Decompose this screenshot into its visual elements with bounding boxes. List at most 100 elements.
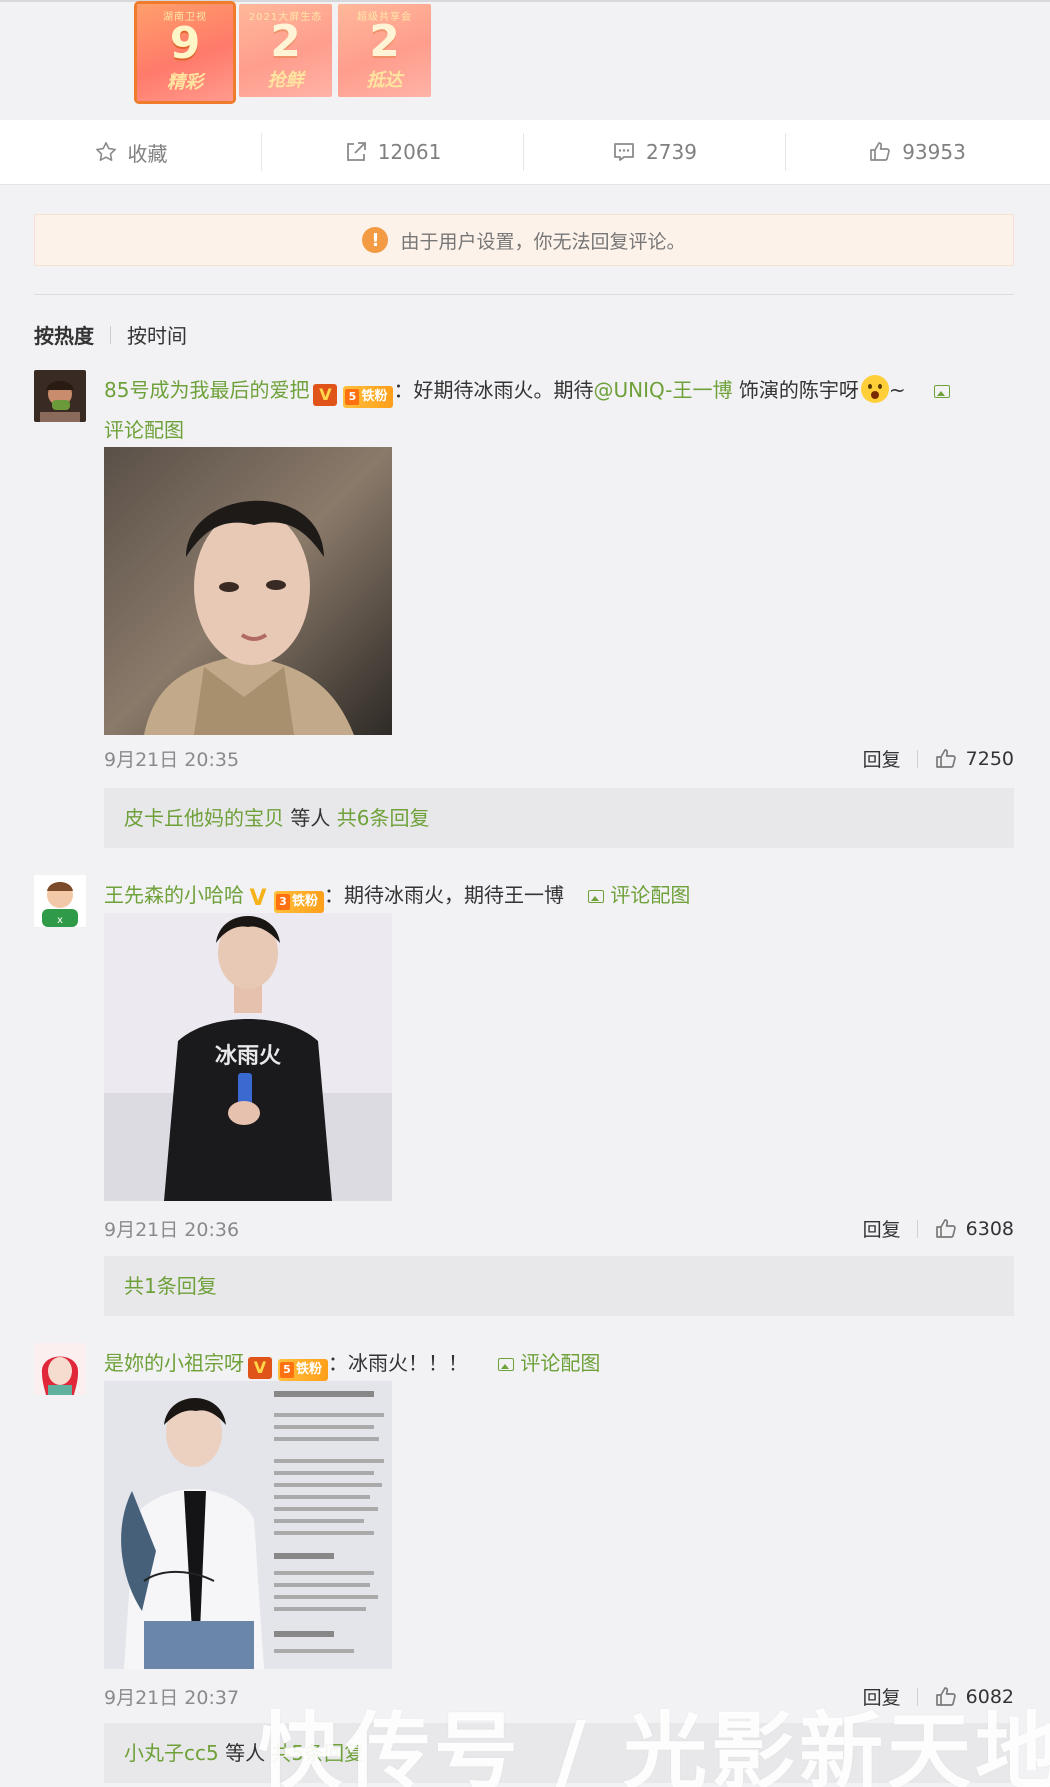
- comment-image-link[interactable]: 评论配图: [498, 1351, 600, 1375]
- verified-badge: V: [249, 886, 267, 911]
- divider: [34, 294, 1014, 295]
- fan-label: 铁粉: [292, 894, 319, 909]
- comment-item: x 王先森的小哈哈 V 3 铁粉 ：期待冰雨火，期待王一博 评论配图 冰雨火 9月21日…: [34, 875, 1014, 1316]
- comment-text: 85号成为我最后的爱把 V 5 铁粉 ：好期待冰雨火。期待@UNIQ-王一博 饰演的陈宇…: [104, 370, 1014, 450]
- comment-content: 饰演的陈宇呀: [732, 378, 859, 402]
- action-divider: [916, 1219, 918, 1238]
- comment-count: 2739: [646, 140, 697, 164]
- reply-summary[interactable]: 皮卡丘他妈的宝贝 等人 共6条回复: [104, 788, 1014, 848]
- share-button[interactable]: 12061: [262, 133, 524, 171]
- comment-icon: [614, 143, 634, 161]
- top-border: [0, 0, 1050, 2]
- favorite-label: 收藏: [127, 141, 168, 166]
- tab-divider: [110, 325, 111, 344]
- sticker-number: 2: [270, 15, 301, 67]
- picture-icon: [588, 890, 605, 903]
- action-divider: [916, 749, 918, 768]
- favorite-button[interactable]: 收藏: [0, 133, 262, 171]
- comment-image-link[interactable]: 评论配图: [588, 883, 690, 907]
- surprised-emoji-icon: [860, 375, 889, 403]
- comment-content: ：好期待冰雨火。期待: [393, 378, 594, 402]
- comment-actions: 回复 7250: [863, 745, 1014, 772]
- sticker-word: 抢鲜: [267, 69, 304, 91]
- sticker-3[interactable]: 超级共享会 2 抵达: [338, 4, 431, 97]
- comment-content: ~: [888, 378, 906, 402]
- reply-user-link[interactable]: 小丸子cc5: [124, 1741, 219, 1765]
- tab-sort-hot[interactable]: 按热度: [34, 320, 94, 349]
- watermark-text: 快传号 / 光影新天地: [258, 1703, 1050, 1787]
- fan-level: 5: [345, 389, 360, 405]
- avatar[interactable]: [34, 370, 86, 422]
- like-count: 93953: [902, 140, 966, 164]
- username-link[interactable]: 85号成为我最后的爱把: [104, 378, 309, 402]
- comment-body: 王先森的小哈哈 V 3 铁粉 ：期待冰雨火，期待王一博 评论配图 冰雨火 9月21日 2…: [104, 875, 1014, 1316]
- tab-sort-time[interactable]: 按时间: [127, 320, 187, 349]
- comment-body: 85号成为我最后的爱把 V 5 铁粉 ：好期待冰雨火。期待@UNIQ-王一博 饰演的陈宇…: [104, 370, 1014, 848]
- sticker-caption: 2021大屏生态: [248, 12, 323, 23]
- comment-content: ：冰雨火！！！: [328, 1351, 469, 1375]
- star-icon: [95, 142, 116, 161]
- shirt-print-text: 冰雨火: [215, 1044, 281, 1069]
- thumbs-up-icon[interactable]: [934, 1217, 958, 1241]
- comment-time: 9月21日 20:35: [104, 749, 240, 771]
- thumbs-up-icon: [870, 142, 890, 161]
- share-icon: [346, 142, 366, 161]
- comment-actions: 回复 6308: [863, 1215, 1014, 1242]
- warning-icon: !: [362, 227, 389, 253]
- fan-level: 5: [280, 1362, 294, 1378]
- comment-photo[interactable]: 冰雨火: [104, 913, 392, 1201]
- sticker-word: 精彩: [167, 71, 203, 93]
- comment-image-link[interactable]: [933, 378, 956, 402]
- comment-image-label[interactable]: 评论配图: [104, 418, 184, 442]
- comment-content: ：期待冰雨火，期待王一博: [324, 883, 565, 907]
- share-count: 12061: [377, 140, 442, 164]
- comment-text: 是妳的小祖宗呀 V 5 铁粉 ：冰雨火！！！ 评论配图: [104, 1343, 1014, 1383]
- sticker-number: 2: [369, 15, 400, 67]
- comment-photo[interactable]: [104, 1381, 392, 1669]
- reply-count-link[interactable]: 共6条回复: [337, 806, 430, 830]
- fan-badge: 5 铁粉: [343, 386, 394, 408]
- fan-label: 铁粉: [296, 1362, 323, 1377]
- thumbs-up-icon[interactable]: [934, 747, 958, 771]
- fan-badge: 5 铁粉: [278, 1359, 329, 1381]
- comment-time: 9月21日 20:37: [104, 1687, 240, 1709]
- comment-meta: 9月21日 20:35 回复 7250: [104, 745, 1014, 773]
- comment-time: 9月21日 20:36: [104, 1219, 240, 1241]
- verified-badge: V: [313, 384, 338, 406]
- reply-user-link[interactable]: 皮卡丘他妈的宝贝: [124, 806, 284, 830]
- sort-tabs: 按热度 按时间: [34, 320, 187, 349]
- fan-label: 铁粉: [361, 389, 388, 404]
- like-button[interactable]: 93953: [786, 133, 1048, 171]
- notice-text: 由于用户设置，你无法回复评论。: [400, 230, 686, 253]
- reply-button[interactable]: 回复: [863, 745, 901, 772]
- comment-image-label[interactable]: 评论配图: [520, 1351, 600, 1375]
- reply-mid-text: 等人: [284, 806, 337, 830]
- reply-count-link[interactable]: 共1条回复: [124, 1274, 217, 1298]
- comment-photo[interactable]: [104, 447, 392, 735]
- fan-badge: 3 铁粉: [274, 891, 325, 913]
- sticker-caption: 超级共享会: [357, 12, 412, 23]
- username-link[interactable]: 是妳的小祖宗呀: [104, 1351, 244, 1375]
- comment-body: 是妳的小祖宗呀 V 5 铁粉 ：冰雨火！！！ 评论配图 9月21日 20:37 …: [104, 1343, 1014, 1783]
- comment-image-label[interactable]: 评论配图: [610, 883, 690, 907]
- comment-text: 王先森的小哈哈 V 3 铁粉 ：期待冰雨火，期待王一博 评论配图: [104, 875, 1014, 915]
- comment-meta: 9月21日 20:36 回复 6308: [104, 1215, 1014, 1243]
- reply-disabled-notice: ! 由于用户设置，你无法回复评论。: [34, 214, 1014, 266]
- sticker-2[interactable]: 2021大屏生态 2 抢鲜: [239, 4, 332, 97]
- sticker-caption: 湖南卫视: [163, 12, 207, 23]
- sticker-1[interactable]: 湖南卫视 9 精彩: [134, 1, 236, 104]
- picture-icon: [498, 1358, 515, 1371]
- sticker-word: 抵达: [366, 69, 403, 91]
- avatar[interactable]: x: [34, 875, 86, 927]
- comment-button[interactable]: 2739: [524, 133, 786, 171]
- sticker-row: 湖南卫视 9 精彩 2021大屏生态 2 抢鲜 超级共享会 2 抵达: [134, 1, 431, 104]
- avatar[interactable]: [34, 1343, 86, 1395]
- comment-item: 85号成为我最后的爱把 V 5 铁粉 ：好期待冰雨火。期待@UNIQ-王一博 饰演的陈宇…: [34, 370, 1014, 850]
- reply-button[interactable]: 回复: [863, 1215, 901, 1242]
- reply-summary[interactable]: 共1条回复: [104, 1256, 1014, 1316]
- sticker-number: 9: [169, 17, 201, 69]
- picture-icon: [933, 385, 950, 398]
- action-bar: 收藏 12061 2739 93953: [0, 120, 1050, 185]
- mention-link[interactable]: @UNIQ-王一博: [593, 378, 732, 402]
- username-link[interactable]: 王先森的小哈哈: [104, 883, 244, 907]
